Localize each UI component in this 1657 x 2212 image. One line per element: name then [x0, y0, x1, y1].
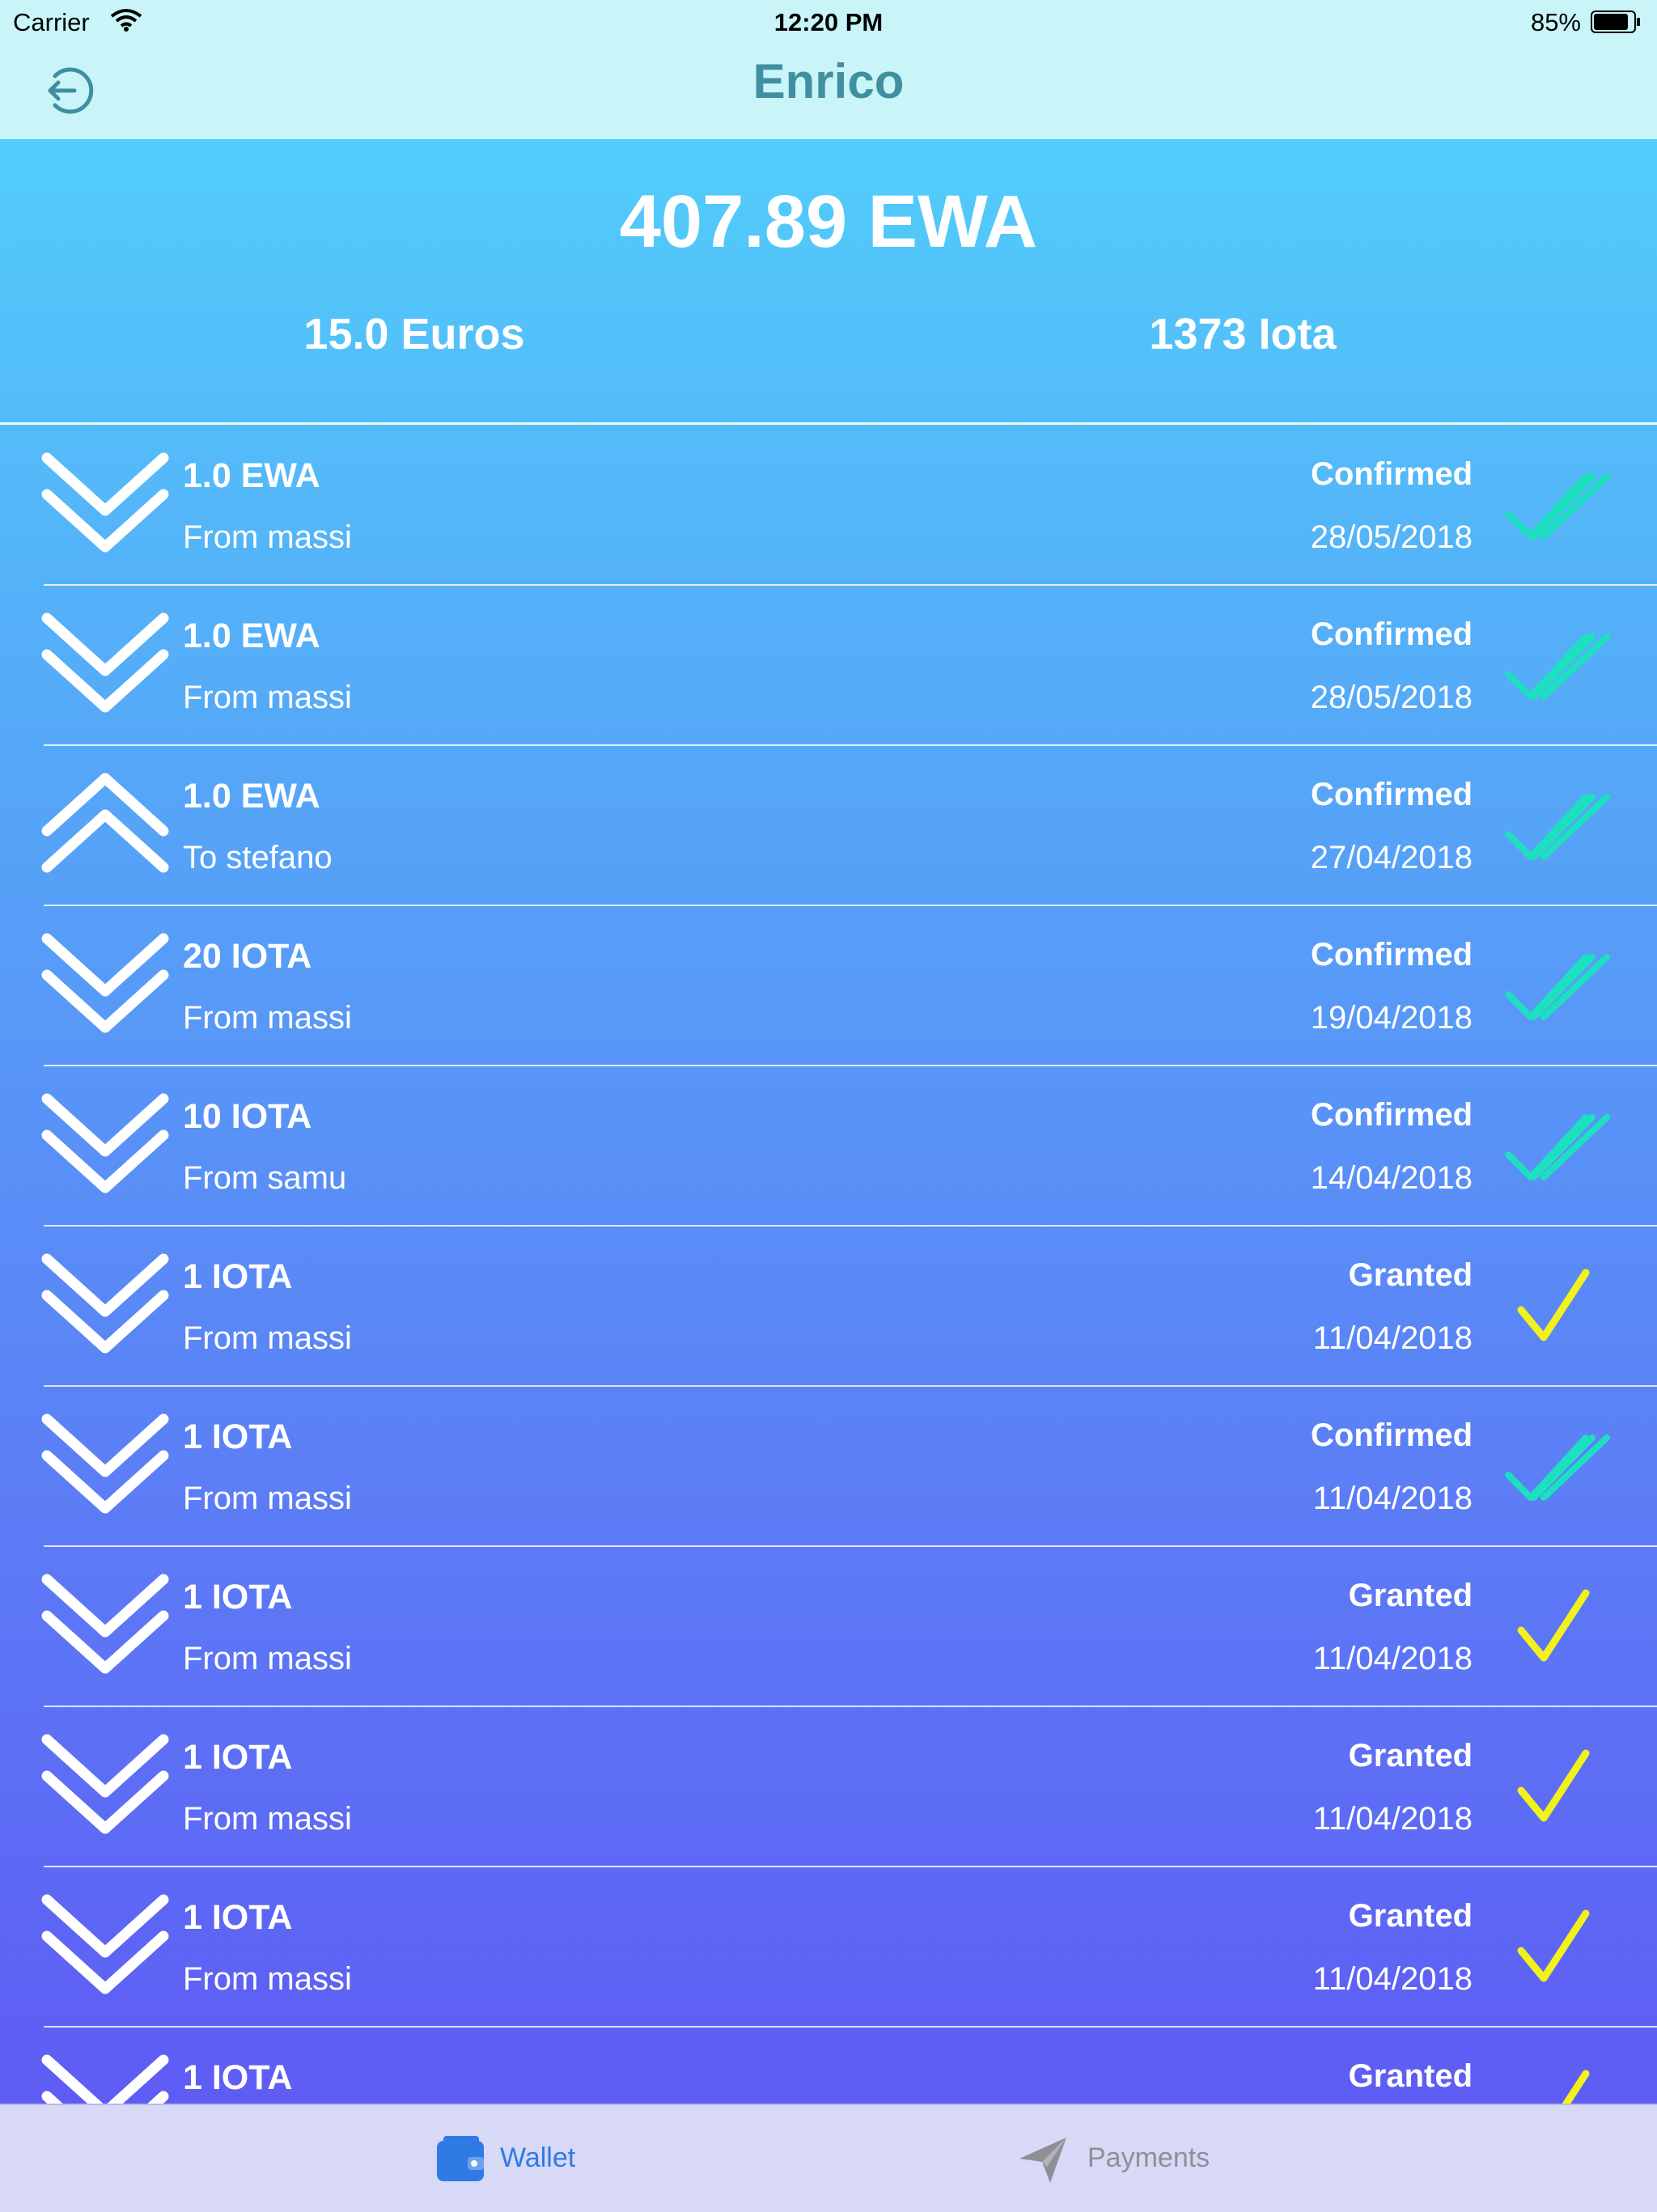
transaction-status: Confirmed	[1311, 617, 1473, 652]
transaction-status: Granted	[1348, 1738, 1473, 1773]
status-time: 12:20 PM	[773, 8, 884, 36]
transaction-date: 11/04/2018	[1312, 1641, 1473, 1676]
transaction-status: Confirmed	[1311, 1097, 1473, 1133]
transaction-date: 28/05/2018	[1310, 519, 1473, 555]
transaction-row[interactable]: 1.0 EWA To stefano Confirmed 27/04/2018	[0, 746, 1657, 906]
double-chevron-down-icon	[41, 1574, 169, 1674]
tab-bar: Wallet Payments	[0, 2104, 1657, 2212]
transaction-status: Confirmed	[1311, 1417, 1473, 1453]
transaction-party: From samu	[183, 1160, 347, 1196]
transaction-party: To stefano	[183, 840, 333, 875]
balance-total: 407.89 EWA	[619, 180, 1038, 263]
transaction-list[interactable]: 1.0 EWA From massi Confirmed 28/05/2018 1.0 …	[0, 426, 1657, 2104]
check-icon	[1517, 1909, 1590, 1982]
transaction-amount: 1.0 EWA	[183, 777, 320, 816]
transaction-row[interactable]: 1 IOTA From massi Granted 11/04/2018	[0, 1547, 1657, 1707]
transaction-amount: 1 IOTA	[183, 1898, 293, 1937]
transaction-row[interactable]: 1 IOTA From massi Granted 11/04/2018	[0, 1867, 1657, 2028]
wallet-icon	[437, 2136, 484, 2181]
check-icon	[1517, 1269, 1590, 1341]
transaction-amount: 10 IOTA	[183, 1097, 312, 1136]
double-check-icon	[1505, 473, 1610, 540]
transaction-amount: 1.0 EWA	[183, 617, 320, 655]
check-icon	[1517, 1589, 1590, 1662]
double-chevron-down-icon	[41, 1253, 169, 1354]
double-chevron-down-icon	[41, 933, 169, 1033]
double-chevron-down-icon	[41, 452, 169, 553]
wallet-content: 407.89 EWA 15.0 Euros 1373 Iota 1.0 EWA F…	[0, 139, 1657, 2104]
transaction-party: From massi	[183, 1641, 352, 1676]
divider	[0, 422, 1657, 425]
transaction-party: From massi	[183, 1961, 352, 1997]
transaction-party: From massi	[183, 680, 352, 715]
transaction-row[interactable]: 10 IOTA From samu Confirmed 14/04/2018	[0, 1066, 1657, 1227]
status-bar: Carrier 12:20 PM 85%	[0, 0, 1657, 45]
transaction-date: 27/04/2018	[1310, 840, 1473, 875]
transaction-party: From massi	[183, 1481, 352, 1516]
transaction-party: From massi	[183, 1000, 352, 1036]
transaction-row[interactable]: 1 IOTA From massi Granted 11/04/2018	[0, 1707, 1657, 1867]
transaction-amount: 1 IOTA	[183, 1578, 293, 1617]
battery-icon	[1591, 11, 1640, 33]
transaction-status: Granted	[1348, 1898, 1473, 1934]
transaction-amount: 20 IOTA	[183, 937, 312, 976]
battery-percentage: 85%	[1530, 8, 1581, 36]
transaction-date: 19/04/2018	[1310, 1000, 1473, 1036]
double-chevron-down-icon	[41, 2054, 169, 2104]
transaction-status: Granted	[1348, 1257, 1473, 1293]
transaction-row[interactable]: 1 IOTA Granted	[0, 2028, 1657, 2104]
transaction-party: From massi	[183, 1801, 352, 1837]
transaction-date: 28/05/2018	[1310, 680, 1473, 715]
double-chevron-up-icon	[41, 773, 169, 873]
transaction-status: Granted	[1348, 2058, 1473, 2094]
double-check-icon	[1505, 1434, 1610, 1501]
transaction-amount: 1.0 EWA	[183, 456, 320, 495]
transaction-party: From massi	[183, 1320, 352, 1356]
tab-payments[interactable]: Payments	[828, 2105, 1657, 2212]
double-check-icon	[1505, 794, 1610, 860]
transaction-amount: 1 IOTA	[183, 1738, 293, 1777]
transaction-date: 11/04/2018	[1312, 1481, 1473, 1516]
transaction-amount: 1 IOTA	[183, 1257, 293, 1296]
transaction-row[interactable]: 20 IOTA From massi Confirmed 19/04/2018	[0, 906, 1657, 1066]
transaction-status: Granted	[1348, 1578, 1473, 1613]
double-chevron-down-icon	[41, 1734, 169, 1834]
check-icon	[1517, 1749, 1590, 1822]
balance-iota: 1373 Iota	[1149, 310, 1337, 358]
transaction-date: 11/04/2018	[1312, 1801, 1473, 1837]
transaction-row[interactable]: 1.0 EWA From massi Confirmed 28/05/2018	[0, 586, 1657, 746]
tab-wallet-label: Wallet	[500, 2142, 576, 2173]
double-chevron-down-icon	[41, 1093, 169, 1193]
check-icon	[1562, 2070, 1590, 2104]
page-title: Enrico	[752, 54, 905, 108]
transaction-amount: 1 IOTA	[183, 2058, 293, 2097]
tab-payments-label: Payments	[1087, 2142, 1210, 2173]
transaction-amount: 1 IOTA	[183, 1417, 293, 1456]
tab-wallet[interactable]: Wallet	[0, 2105, 828, 2212]
double-chevron-down-icon	[41, 1894, 169, 1994]
balance-euros: 15.0 Euros	[303, 310, 525, 358]
transaction-date: 11/04/2018	[1312, 1320, 1473, 1356]
double-chevron-down-icon	[41, 1413, 169, 1514]
transaction-party: From massi	[183, 519, 352, 555]
double-check-icon	[1505, 1114, 1610, 1180]
transaction-status: Confirmed	[1311, 456, 1473, 492]
paper-plane-icon	[1019, 2138, 1066, 2183]
navigation-header: Carrier 12:20 PM 85% Enrico	[0, 0, 1657, 139]
transaction-row[interactable]: 1.0 EWA From massi Confirmed 28/05/2018	[0, 426, 1657, 586]
double-check-icon	[1505, 634, 1610, 700]
transaction-status: Confirmed	[1311, 777, 1473, 812]
transaction-status: Confirmed	[1311, 937, 1473, 973]
transaction-date: 11/04/2018	[1312, 1961, 1473, 1997]
transaction-row[interactable]: 1 IOTA From massi Confirmed 11/04/2018	[0, 1387, 1657, 1547]
transaction-row[interactable]: 1 IOTA From massi Granted 11/04/2018	[0, 1227, 1657, 1387]
double-chevron-down-icon	[41, 612, 169, 713]
double-check-icon	[1505, 954, 1610, 1020]
transaction-date: 14/04/2018	[1310, 1160, 1473, 1196]
